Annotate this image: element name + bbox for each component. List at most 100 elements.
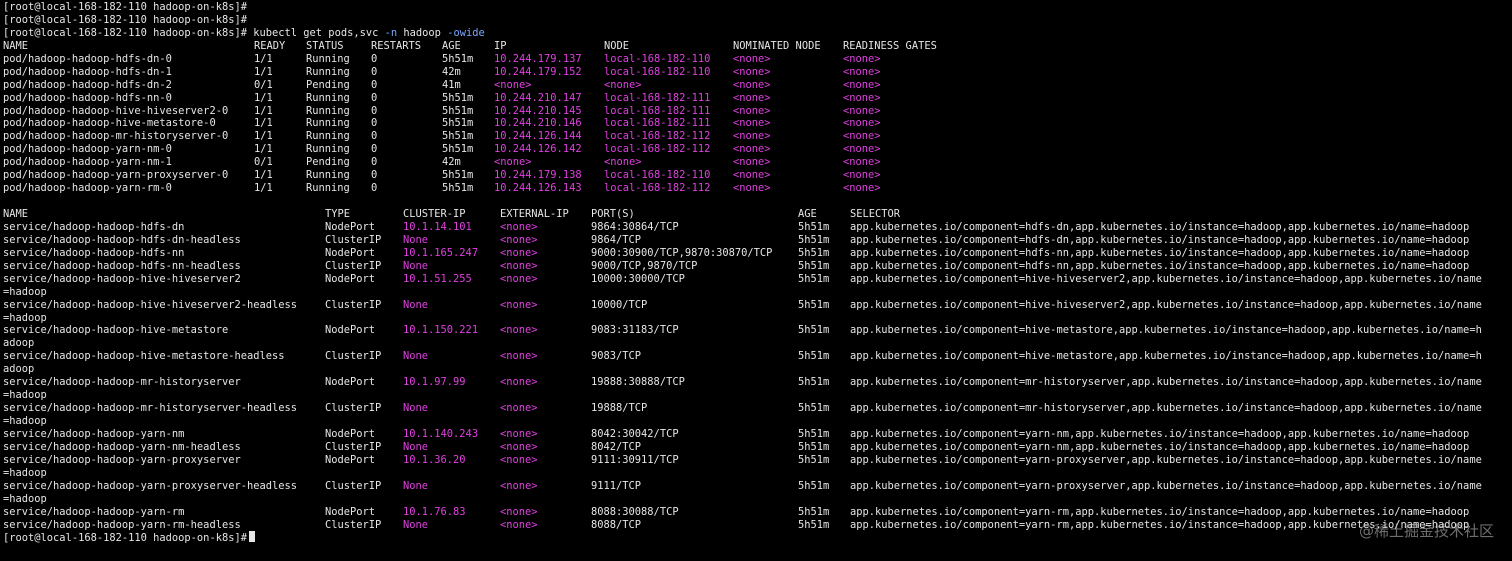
table-row[interactable]: service/hadoop-hadoop-hdfs-nn NodePort 10.… xyxy=(3,247,1512,260)
pod-restarts: 0 xyxy=(371,117,378,130)
table-row[interactable]: service/hadoop-hadoop-yarn-rm-headless Cl… xyxy=(3,519,1512,532)
table-row[interactable]: service/hadoop-hadoop-yarn-nm-headless Cl… xyxy=(3,441,1512,454)
selector-wrap-line: =hadoop xyxy=(3,493,1512,506)
svc-selector-continuation: =hadoop xyxy=(3,389,47,402)
pod-ip: 10.244.179.138 xyxy=(494,169,582,182)
table-row[interactable]: service/hadoop-hadoop-yarn-rm NodePort 10.… xyxy=(3,506,1512,519)
svc-ports: 8042/TCP xyxy=(591,440,642,453)
svc-cluster-ip: None xyxy=(403,350,429,363)
svc-selector: app.kubernetes.io/component=hdfs-dn,app.… xyxy=(850,220,1470,233)
table-row[interactable]: service/hadoop-hadoop-yarn-nm NodePort 10.… xyxy=(3,428,1512,441)
svc-age: 5h51m xyxy=(798,246,830,259)
svc-type: ClusterIP xyxy=(325,440,382,453)
pod-age: 5h51m xyxy=(442,169,474,182)
terminal-window[interactable]: [root@local-168-182-110 hadoop-on-k8s]# … xyxy=(0,0,1512,561)
svc-selector-continuation: =hadoop xyxy=(3,415,47,427)
svc-cluster-ip: None xyxy=(403,298,429,311)
svc-selector: app.kubernetes.io/component=hive-hiveser… xyxy=(850,298,1482,311)
svc-type: ClusterIP xyxy=(325,259,382,272)
table-row[interactable]: pod/hadoop-hadoop-yarn-nm-1 0/1 Pending 0 42… xyxy=(3,156,1512,169)
table-row[interactable]: pod/hadoop-hadoop-hdfs-dn-2 0/1 Pending 0 41… xyxy=(3,79,1512,92)
svc-ports: 9000:30900/TCP,9870:30870/TCP xyxy=(591,246,773,259)
final-prompt-line[interactable]: [root@local-168-182-110 hadoop-on-k8s]# xyxy=(3,531,1512,544)
selector-wrap-line: adoop xyxy=(3,337,1512,350)
pod-restarts: 0 xyxy=(371,78,378,91)
svc-type: NodePort xyxy=(325,220,376,233)
svc-selector: app.kubernetes.io/component=yarn-proxyse… xyxy=(850,479,1482,492)
table-row[interactable]: pod/hadoop-hadoop-hdfs-dn-0 1/1 Running 0 5h… xyxy=(3,53,1512,66)
table-row[interactable]: service/hadoop-hadoop-hive-metastore Node… xyxy=(3,324,1512,337)
pod-nominated-node: <none> xyxy=(733,91,771,104)
pod-name: pod/hadoop-hadoop-mr-historyserver-0 xyxy=(3,130,229,143)
svc-cluster-ip: None xyxy=(403,440,429,453)
svc-cluster-ip: 10.1.140.243 xyxy=(403,427,479,440)
svc-type: NodePort xyxy=(325,246,376,259)
table-row[interactable]: service/hadoop-hadoop-hdfs-dn NodePort 10.… xyxy=(3,221,1512,234)
pods-header-row: NAME READY STATUS RESTARTS AGE IP NODE NOMINATE… xyxy=(3,40,1512,53)
svc-external-ip: <none> xyxy=(500,220,538,233)
svc-selector-continuation: =hadoop xyxy=(3,311,47,324)
svc-age: 5h51m xyxy=(798,505,830,518)
table-row[interactable]: service/hadoop-hadoop-yarn-proxyserver-h… xyxy=(3,480,1512,493)
pod-status: Running xyxy=(306,65,350,78)
selector-wrap-line: =hadoop xyxy=(3,389,1512,402)
table-row[interactable]: service/hadoop-hadoop-hdfs-nn-headless Cl… xyxy=(3,260,1512,273)
svc-cluster-ip: None xyxy=(403,479,429,492)
svc-type: NodePort xyxy=(325,272,376,285)
svc-age: 5h51m xyxy=(798,402,830,415)
pod-node: local-168-182-112 xyxy=(604,143,711,156)
table-row[interactable]: pod/hadoop-hadoop-yarn-proxyserver-0 1/1 R… xyxy=(3,169,1512,182)
table-row[interactable]: service/hadoop-hadoop-hdfs-dn-headless Cl… xyxy=(3,234,1512,247)
pod-ready: 1/1 xyxy=(254,52,273,65)
svc-ports: 9083/TCP xyxy=(591,350,642,363)
svc-name: service/hadoop-hadoop-yarn-rm-headless xyxy=(3,518,241,531)
table-row[interactable]: pod/hadoop-hadoop-yarn-rm-0 1/1 Running 0 5h… xyxy=(3,182,1512,195)
pod-node: local-168-182-110 xyxy=(604,65,711,78)
pod-restarts: 0 xyxy=(371,65,378,78)
svc-selector-continuation: adoop xyxy=(3,337,35,350)
pod-node: <none> xyxy=(604,78,642,91)
table-row[interactable]: service/hadoop-hadoop-yarn-proxyserver No… xyxy=(3,454,1512,467)
svc-type: ClusterIP xyxy=(325,350,382,363)
svc-selector: app.kubernetes.io/component=yarn-rm,app.… xyxy=(850,505,1470,518)
svc-age: 5h51m xyxy=(798,376,830,389)
services-header-row: NAME TYPE CLUSTER-IP EXTERNAL-IP PORT(S) AGE S… xyxy=(3,208,1512,221)
table-row[interactable]: pod/hadoop-hadoop-hive-hiveserver2-0 1/1 R… xyxy=(3,105,1512,118)
table-row[interactable]: pod/hadoop-hadoop-mr-historyserver-0 1/1 R… xyxy=(3,130,1512,143)
table-row[interactable]: pod/hadoop-hadoop-hive-metastore-0 1/1 Run… xyxy=(3,117,1512,130)
svc-external-ip: <none> xyxy=(500,440,538,453)
pod-nominated-node: <none> xyxy=(733,130,771,143)
table-row[interactable]: pod/hadoop-hadoop-hdfs-dn-1 1/1 Running 0 42… xyxy=(3,66,1512,79)
command-text: [root@local-168-182-110 hadoop-on-k8s]# … xyxy=(3,27,485,40)
svc-name: service/hadoop-hadoop-yarn-nm-headless xyxy=(3,440,241,453)
svc-name: service/hadoop-hadoop-yarn-nm xyxy=(3,427,185,440)
table-row[interactable]: service/hadoop-hadoop-hive-hiveserver2 No… xyxy=(3,273,1512,286)
services-column-header: AGE xyxy=(798,208,817,220)
svc-age: 5h51m xyxy=(798,233,830,246)
pod-nominated-node: <none> xyxy=(733,169,771,182)
svc-type: ClusterIP xyxy=(325,479,382,492)
table-row[interactable]: pod/hadoop-hadoop-hdfs-nn-0 1/1 Running 0 5h… xyxy=(3,92,1512,105)
pod-nominated-node: <none> xyxy=(733,104,771,117)
svc-age: 5h51m xyxy=(798,298,830,311)
table-row[interactable]: service/hadoop-hadoop-mr-historyserver No… xyxy=(3,376,1512,389)
pod-node: local-168-182-110 xyxy=(604,169,711,182)
table-row[interactable]: service/hadoop-hadoop-hive-metastore-hea… xyxy=(3,350,1512,363)
pod-ip: 10.244.210.147 xyxy=(494,91,582,104)
svc-type: ClusterIP xyxy=(325,402,382,415)
svc-age: 5h51m xyxy=(798,518,830,531)
svc-external-ip: <none> xyxy=(500,298,538,311)
pod-ready: 1/1 xyxy=(254,169,273,182)
table-row[interactable]: service/hadoop-hadoop-mr-historyserver-h… xyxy=(3,402,1512,415)
pods-column-header: AGE xyxy=(442,39,461,52)
table-row[interactable]: service/hadoop-hadoop-hive-hiveserver2-h… xyxy=(3,299,1512,312)
pod-restarts: 0 xyxy=(371,52,378,65)
pod-readiness-gates: <none> xyxy=(843,143,881,156)
pod-age: 42m xyxy=(442,156,461,169)
svc-type: ClusterIP xyxy=(325,298,382,311)
services-column-header: TYPE xyxy=(325,208,351,220)
svc-external-ip: <none> xyxy=(500,479,538,492)
pod-node: local-168-182-112 xyxy=(604,182,711,195)
table-row[interactable]: pod/hadoop-hadoop-yarn-nm-0 1/1 Running 0 5h… xyxy=(3,143,1512,156)
command-arg: hadoop xyxy=(397,26,448,39)
